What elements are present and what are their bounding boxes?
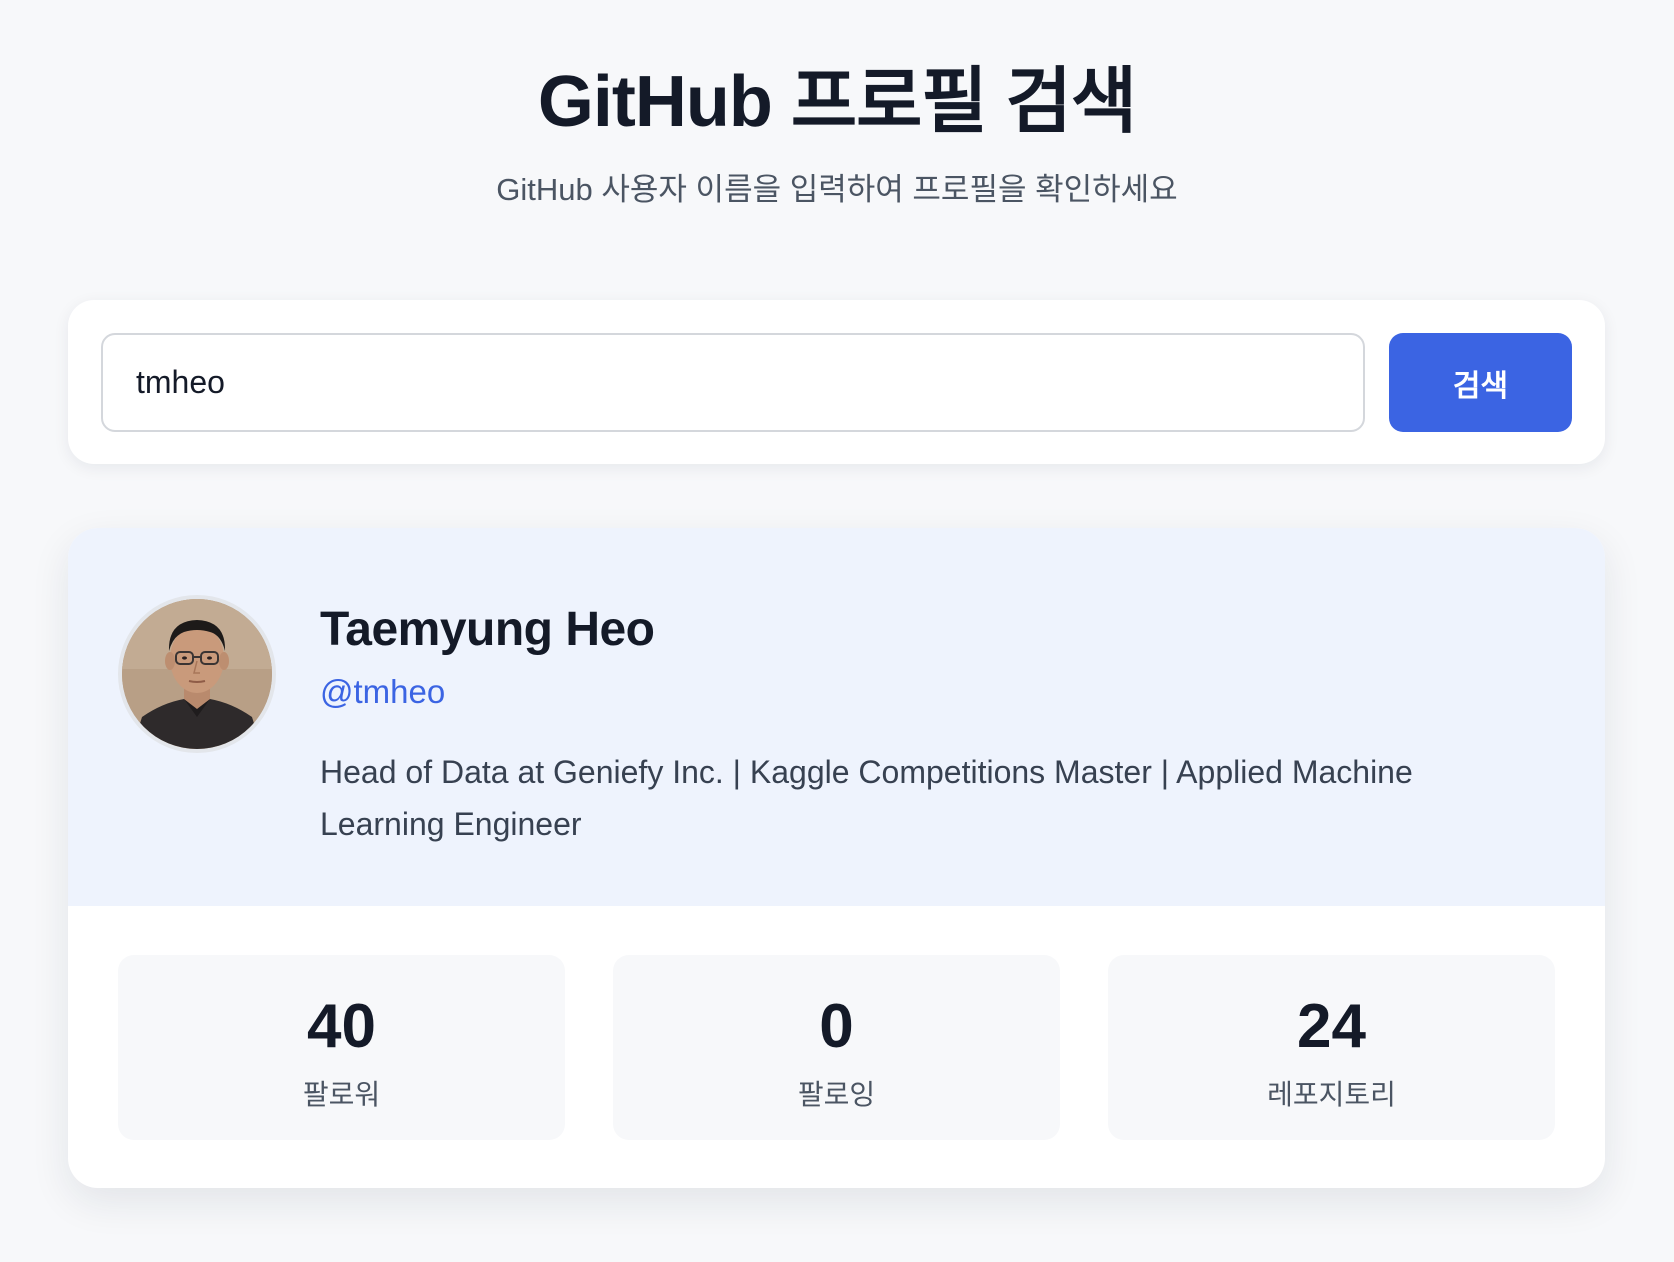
stat-value: 0 <box>819 992 854 1061</box>
page-title: GitHub 프로필 검색 <box>537 62 1137 142</box>
profile-username-link[interactable]: @tmheo <box>320 670 445 714</box>
avatar <box>118 595 276 753</box>
stat-repositories: 24 레포지토리 <box>1108 955 1555 1140</box>
profile-name: Taemyung Heo <box>320 603 655 656</box>
stat-label: 레포지토리 <box>1267 1079 1396 1110</box>
avatar-photo <box>122 599 272 749</box>
stat-following: 0 팔로잉 <box>613 955 1060 1140</box>
profile-bio: Head of Data at Geniefy Inc. | Kaggle Co… <box>320 754 1413 842</box>
profile-header: Taemyung Heo @tmheo Head of Data at Geni… <box>68 528 1605 906</box>
stat-followers: 40 팔로워 <box>118 955 565 1140</box>
stat-value: 24 <box>1297 992 1366 1061</box>
profile-card: Taemyung Heo @tmheo Head of Data at Geni… <box>68 528 1605 1188</box>
search-button[interactable]: 검색 <box>1389 333 1572 432</box>
page-header: GitHub 프로필 검색 GitHub 사용자 이름을 입력하여 프로필을 확… <box>0 0 1674 210</box>
profile-stats: 40 팔로워 0 팔로잉 24 레포지토리 <box>118 955 1555 1140</box>
search-card: 검색 <box>68 300 1605 464</box>
page-subtitle: GitHub 사용자 이름을 입력하여 프로필을 확인하세요 <box>496 172 1178 207</box>
stat-label: 팔로잉 <box>797 1079 876 1110</box>
stat-value: 40 <box>307 992 376 1061</box>
username-search-input[interactable] <box>101 333 1365 432</box>
stat-label: 팔로워 <box>302 1079 381 1110</box>
